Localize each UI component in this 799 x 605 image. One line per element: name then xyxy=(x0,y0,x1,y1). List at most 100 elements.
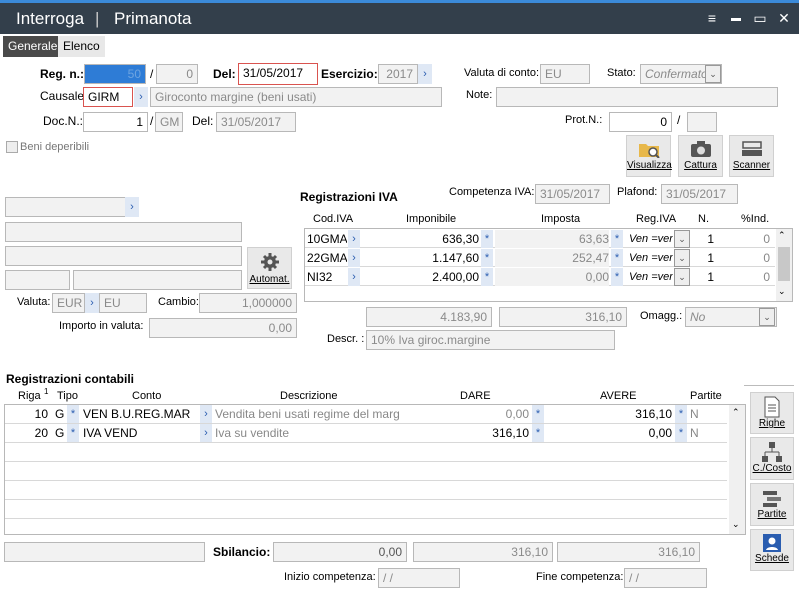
reg-date-input[interactable]: 31/05/2017 xyxy=(238,63,318,85)
title-separator: | xyxy=(95,9,100,28)
chevron-down-icon[interactable]: ⌄ xyxy=(778,286,786,297)
visualizza-button[interactable]: Visualizza xyxy=(626,135,672,177)
zoom-icon[interactable]: › xyxy=(348,268,360,286)
esercizio-zoom-icon[interactable]: › xyxy=(418,64,432,84)
plafond-input[interactable]: 31/05/2017 xyxy=(661,184,738,204)
cambio-input[interactable]: 1,000000 xyxy=(199,293,297,313)
iva-col-imposta[interactable]: Imposta xyxy=(541,213,580,225)
chevron-down-icon[interactable]: ⌄ xyxy=(732,519,740,530)
descr-input[interactable]: 10% Iva giroc.margine xyxy=(366,330,615,350)
doc-series-input[interactable]: GM xyxy=(155,112,183,132)
tab-bar: Generale Elenco xyxy=(0,34,799,59)
calc-icon[interactable]: * xyxy=(67,405,79,423)
zoom-icon[interactable]: › xyxy=(348,230,360,248)
note-label: Note: xyxy=(466,89,493,101)
calc-icon[interactable]: * xyxy=(67,424,79,442)
calc-icon[interactable]: * xyxy=(611,230,623,248)
calc-icon[interactable]: * xyxy=(481,230,493,248)
iva-col-reg[interactable]: Reg.IVA xyxy=(636,213,676,225)
menu-icon[interactable]: ≡ xyxy=(702,10,722,26)
col-partite[interactable]: Partite xyxy=(690,390,722,402)
causale-zoom-icon[interactable]: › xyxy=(134,87,148,107)
del-label: Del: xyxy=(213,67,236,81)
tab-elenco[interactable]: Elenco xyxy=(58,36,105,57)
competenza-iva-label: Competenza IVA: xyxy=(449,186,535,198)
prot-number-input[interactable]: 0 xyxy=(609,112,672,132)
close-icon[interactable]: ✕ xyxy=(774,10,794,27)
contabili-section-title: Registrazioni contabili xyxy=(6,372,135,386)
inizio-competenza-input[interactable]: / / xyxy=(378,568,460,588)
prot-suffix-input[interactable] xyxy=(687,112,717,132)
centri-costo-button[interactable]: C./Costo xyxy=(750,437,794,480)
anagrafica-input[interactable] xyxy=(5,197,127,217)
hierarchy-icon xyxy=(762,442,782,462)
iva-scrollbar[interactable]: ⌃ ⌄ xyxy=(776,229,792,301)
chevron-down-icon[interactable]: ⌄ xyxy=(759,308,775,326)
col-avere[interactable]: AVERE xyxy=(600,390,636,402)
reg-slash: / xyxy=(150,67,154,81)
sort-icon[interactable]: 1 xyxy=(44,387,48,396)
calc-icon[interactable]: * xyxy=(675,405,687,423)
chevron-down-icon[interactable]: ⌄ xyxy=(674,249,690,267)
chevron-down-icon[interactable]: ⌄ xyxy=(705,65,721,83)
schede-button[interactable]: Schede xyxy=(750,529,794,571)
calc-icon[interactable]: * xyxy=(675,424,687,442)
title-bar: Interroga | Primanota ≡ ▬ ▭ ✕ xyxy=(0,0,799,34)
calc-icon[interactable]: * xyxy=(611,268,623,286)
anagrafica-zoom-icon[interactable]: › xyxy=(125,197,139,217)
anagrafica-desc-1 xyxy=(5,222,242,242)
calc-icon[interactable]: * xyxy=(532,405,544,423)
partite-button[interactable]: Partite xyxy=(750,483,794,526)
document-icon xyxy=(764,396,780,418)
doc-number-input[interactable]: 1 xyxy=(83,112,148,132)
zoom-icon[interactable]: › xyxy=(348,249,360,267)
calc-icon[interactable]: * xyxy=(481,268,493,286)
iva-col-imponibile[interactable]: Imponibile xyxy=(406,213,456,225)
causale-code-input[interactable]: GIRM xyxy=(83,87,133,107)
footer-info-field xyxy=(4,542,205,562)
calc-icon[interactable]: * xyxy=(611,249,623,267)
righe-button[interactable]: Righe xyxy=(750,392,794,434)
scanner-icon xyxy=(741,141,762,156)
iva-col-cod[interactable]: Cod.IVA xyxy=(313,213,353,225)
causale-description: Giroconto margine (beni usati) xyxy=(150,87,442,107)
anagrafica-desc-3 xyxy=(5,270,70,290)
calc-icon[interactable]: * xyxy=(481,249,493,267)
esercizio-input[interactable]: 2017 xyxy=(378,64,418,84)
cattura-button[interactable]: Cattura xyxy=(678,135,723,177)
reg-number-input[interactable]: 50 xyxy=(84,64,146,84)
col-tipo[interactable]: Tipo xyxy=(57,390,78,402)
iva-col-n[interactable]: N. xyxy=(698,213,709,225)
sbilancio-value: 0,00 xyxy=(273,542,407,562)
col-descrizione[interactable]: Descrizione xyxy=(280,390,337,402)
fine-competenza-input[interactable]: / / xyxy=(624,568,707,588)
chevron-up-icon[interactable]: ⌃ xyxy=(778,230,786,241)
doc-del-label: Del: xyxy=(192,114,214,128)
doc-date-input[interactable]: 31/05/2017 xyxy=(216,112,296,132)
contabili-scrollbar[interactable]: ⌃ ⌄ xyxy=(729,405,745,534)
calc-icon[interactable]: * xyxy=(532,424,544,442)
chevron-up-icon[interactable]: ⌃ xyxy=(732,407,740,418)
scanner-button[interactable]: Scanner xyxy=(729,135,774,177)
valuta-zoom-icon[interactable]: › xyxy=(85,293,99,313)
minimize-icon[interactable]: ▬ xyxy=(726,13,746,24)
col-conto[interactable]: Conto xyxy=(132,390,161,402)
chevron-down-icon[interactable]: ⌄ xyxy=(674,230,690,248)
reg-suffix-input[interactable]: 0 xyxy=(156,64,198,84)
iva-col-ind[interactable]: %Ind. xyxy=(741,213,769,225)
col-riga[interactable]: Riga xyxy=(18,390,41,402)
tab-generale[interactable]: Generale xyxy=(3,36,63,57)
chevron-down-icon[interactable]: ⌄ xyxy=(674,268,690,286)
zoom-icon[interactable]: › xyxy=(200,424,212,442)
automat-button[interactable]: Automat. xyxy=(247,247,292,289)
col-dare[interactable]: DARE xyxy=(460,390,491,402)
valuta-conto-input[interactable]: EU xyxy=(540,64,590,84)
zoom-icon[interactable]: › xyxy=(200,405,212,423)
importo-valuta-input[interactable]: 0,00 xyxy=(149,318,297,338)
scroll-thumb[interactable] xyxy=(778,247,790,281)
note-input[interactable] xyxy=(496,87,778,107)
beni-deperibili-checkbox[interactable] xyxy=(6,141,18,153)
valuta-input[interactable]: EUR xyxy=(52,293,85,313)
restore-icon[interactable]: ▭ xyxy=(750,10,770,27)
competenza-iva-input[interactable]: 31/05/2017 xyxy=(535,184,610,204)
